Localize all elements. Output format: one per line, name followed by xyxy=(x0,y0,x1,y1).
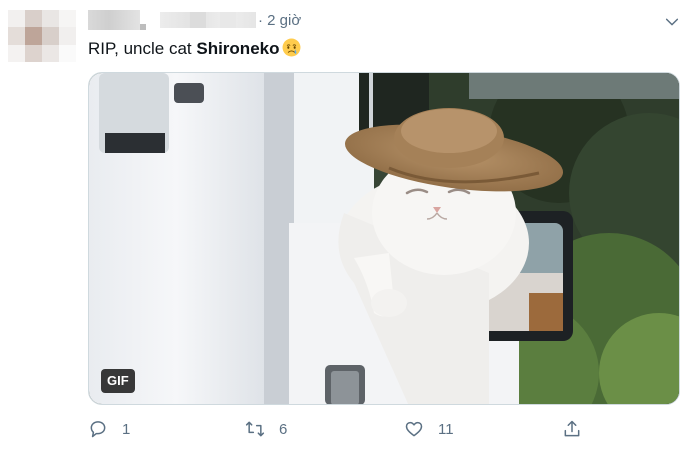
share-button[interactable] xyxy=(562,414,582,444)
retweet-button[interactable]: 6 xyxy=(245,414,287,444)
cat-in-truck-image xyxy=(89,73,679,404)
reply-icon xyxy=(90,421,106,438)
reply-count: 1 xyxy=(122,420,131,438)
timestamp[interactable]: · 2 giờ xyxy=(258,12,301,29)
tweet-text-bold: Shironeko xyxy=(196,39,280,58)
author-handle-redacted[interactable] xyxy=(160,12,256,28)
share-icon xyxy=(564,420,580,437)
tweet-header: · 2 giờ xyxy=(88,10,688,34)
like-button[interactable]: 11 xyxy=(404,414,454,444)
author-name-redacted[interactable] xyxy=(88,10,146,30)
gif-badge: GIF xyxy=(101,369,135,393)
crying-face-emoji xyxy=(283,38,301,57)
retweet-count: 6 xyxy=(279,420,288,438)
reply-button[interactable]: 1 xyxy=(88,414,130,444)
tweet-text: RIP, uncle cat Shironeko xyxy=(88,38,301,60)
tweet-text-prefix: RIP, uncle cat xyxy=(88,39,197,58)
tweet-card[interactable]: · 2 giờ RIP, uncle cat Shironeko GIF 1 6… xyxy=(0,0,699,451)
chevron-down-icon[interactable] xyxy=(664,14,680,30)
gif-media[interactable]: GIF xyxy=(88,72,680,405)
avatar[interactable] xyxy=(8,10,76,62)
like-icon xyxy=(405,421,423,437)
tweet-actions: 1 6 11 xyxy=(88,414,688,444)
retweet-icon xyxy=(245,421,265,437)
like-count: 11 xyxy=(438,420,454,438)
